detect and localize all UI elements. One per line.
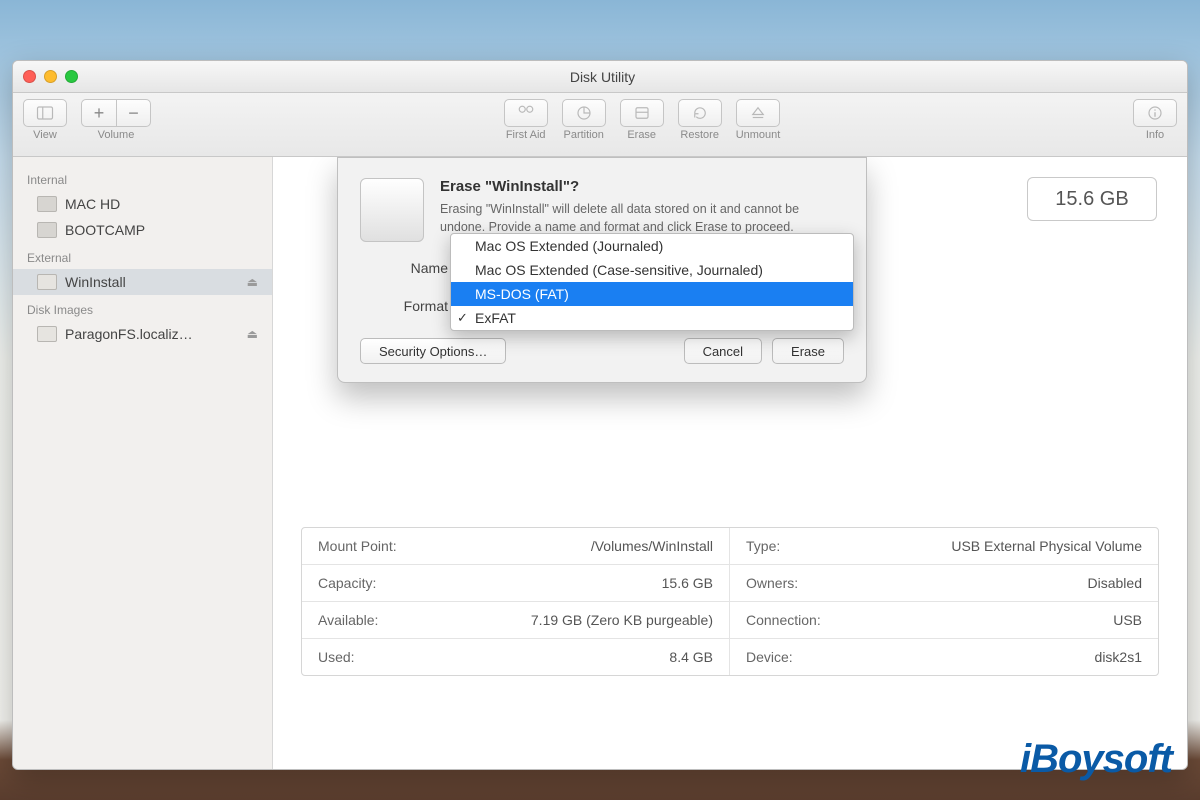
volume-label: Volume [98,129,135,141]
partition-button[interactable] [562,99,606,127]
sidebar-head-internal: Internal [13,165,272,191]
eject-icon[interactable]: ⏏ [247,275,258,289]
restore-button[interactable] [678,99,722,127]
info-table: Mount Point:/Volumes/WinInstall Type:USB… [301,527,1159,676]
view-button[interactable] [23,99,67,127]
sidebar-item-label: BOOTCAMP [65,222,145,238]
partition-label: Partition [564,129,604,141]
pie-icon [575,104,593,122]
restore-icon [691,104,709,122]
close-icon[interactable] [23,70,36,83]
watermark-logo: iBoysoft [1020,737,1172,782]
info-row-connection: Connection:USB [730,602,1158,639]
volume-segment: + − [81,99,151,127]
main-panel: 15.6 GB Erase "WinInstall"? Erasing "Win… [273,157,1187,769]
eject-icon [749,104,767,122]
sidebar: Internal MAC HD BOOTCAMP External WinIns… [13,157,273,769]
sidebar-item-mac-hd[interactable]: MAC HD [13,191,272,217]
cancel-button[interactable]: Cancel [684,338,762,364]
info-row-capacity: Capacity:15.6 GB [302,565,730,602]
info-row-device: Device:disk2s1 [730,639,1158,675]
format-option-exfat[interactable]: ✓ExFAT [451,306,853,330]
info-row-mount: Mount Point:/Volumes/WinInstall [302,528,730,565]
plus-icon: + [94,103,105,124]
sidebar-item-label: WinInstall [65,274,126,290]
view-label: View [33,129,57,141]
volume-add-button[interactable]: + [81,99,116,127]
zoom-icon[interactable] [65,70,78,83]
sidebar-item-paragonfs[interactable]: ParagonFS.localiz… ⏏ [13,321,272,347]
sidebar-item-wininstall[interactable]: WinInstall ⏏ [13,269,272,295]
security-options-button[interactable]: Security Options… [360,338,506,364]
sidebar-item-bootcamp[interactable]: BOOTCAMP [13,217,272,243]
unmount-button[interactable] [736,99,780,127]
minus-icon: − [128,103,139,124]
info-label: Info [1146,129,1164,141]
info-row-type: Type:USB External Physical Volume [730,528,1158,565]
volume-size: 15.6 GB [1027,177,1157,221]
first-aid-label: First Aid [506,129,546,141]
format-dropdown: Mac OS Extended (Journaled) Mac OS Exten… [450,233,854,331]
info-button[interactable] [1133,99,1177,127]
disk-utility-window: Disk Utility View + − Volume First Aid P… [12,60,1188,770]
drive-icon [360,178,424,242]
erase-confirm-button[interactable]: Erase [772,338,844,364]
traffic-lights [23,70,78,83]
titlebar: Disk Utility [13,61,1187,93]
unmount-label: Unmount [736,129,781,141]
info-icon [1146,104,1164,122]
format-option-msdos-fat[interactable]: MS-DOS (FAT) [451,282,853,306]
stethoscope-icon [517,104,535,122]
sheet-body: Erasing "WinInstall" will delete all dat… [440,201,844,236]
format-label: Format [360,298,448,314]
info-row-used: Used:8.4 GB [302,639,730,675]
toolbar: View + − Volume First Aid Partition Eras… [13,93,1187,157]
format-option-macos-journaled[interactable]: Mac OS Extended (Journaled) [451,234,853,258]
volume-remove-button[interactable]: − [116,99,151,127]
sidebar-item-label: MAC HD [65,196,120,212]
external-disk-icon [37,274,57,290]
erase-sheet: Erase "WinInstall"? Erasing "WinInstall"… [337,157,867,383]
sidebar-item-label: ParagonFS.localiz… [65,326,193,342]
disk-icon [37,196,57,212]
erase-icon [633,104,651,122]
erase-button[interactable] [620,99,664,127]
minimize-icon[interactable] [44,70,57,83]
first-aid-button[interactable] [504,99,548,127]
format-option-macos-case[interactable]: Mac OS Extended (Case-sensitive, Journal… [451,258,853,282]
eject-icon[interactable]: ⏏ [247,327,258,341]
sidebar-icon [36,104,54,122]
check-icon: ✓ [457,310,468,326]
sidebar-head-external: External [13,243,272,269]
name-label: Name [360,260,448,276]
sheet-title: Erase "WinInstall"? [440,178,844,195]
body: Internal MAC HD BOOTCAMP External WinIns… [13,157,1187,769]
disk-icon [37,222,57,238]
erase-label: Erase [627,129,656,141]
disk-image-icon [37,326,57,342]
info-row-available: Available:7.19 GB (Zero KB purgeable) [302,602,730,639]
sidebar-head-diskimages: Disk Images [13,295,272,321]
restore-label: Restore [680,129,719,141]
window-title: Disk Utility [78,69,1127,85]
info-row-owners: Owners:Disabled [730,565,1158,602]
